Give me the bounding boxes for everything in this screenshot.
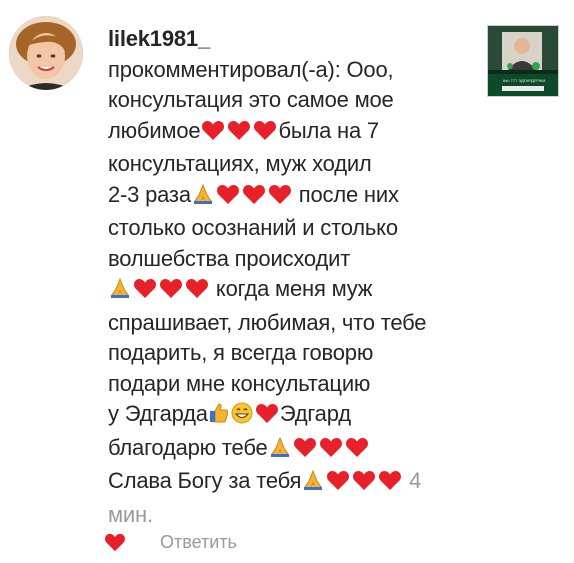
comment-fragment: была на 7 bbox=[278, 117, 379, 143]
comment-text: lilek1981_ прокомментировал(-а): Ооо, ко… bbox=[108, 24, 478, 530]
comment-line: Слава Богу за тебя 4 bbox=[108, 466, 478, 500]
folded-hands-icon bbox=[302, 469, 324, 500]
heart-emoji-icon bbox=[185, 277, 209, 308]
comment-line: консультациях, муж ходил bbox=[108, 151, 372, 176]
comment-line: прокомментировал(-а): Ооо, bbox=[108, 56, 394, 82]
comment-line: спрашивает, любимая, что тебе bbox=[108, 309, 427, 335]
comment-fragment: у Эдгарда bbox=[108, 401, 208, 426]
comment-line: у Эдгарда Эдгард bbox=[108, 399, 478, 433]
avatar-photo bbox=[9, 16, 83, 90]
post-thumbnail[interactable]: Ash 777 ЭДГАРДЕРЖИ bbox=[487, 25, 559, 97]
grinning-face-icon bbox=[231, 402, 253, 433]
heart-emoji-icon bbox=[326, 469, 350, 500]
folded-hands-icon bbox=[269, 436, 291, 467]
user-avatar[interactable] bbox=[9, 16, 83, 90]
comment-fragment: любимое bbox=[108, 117, 201, 143]
like-heart-icon[interactable] bbox=[104, 532, 126, 557]
timestamp-number: 4 bbox=[409, 468, 422, 493]
comment-fragment: благодарю тебе bbox=[108, 434, 268, 460]
heart-emoji-icon bbox=[242, 183, 266, 214]
comment-line: столько осознаний и столько bbox=[108, 215, 398, 240]
comment-line: подарить, я всегда говорю bbox=[108, 340, 374, 365]
comment-line: когда меня муж bbox=[108, 274, 478, 308]
heart-emoji-icon bbox=[133, 277, 157, 308]
comment-line: подари мне консультацию bbox=[108, 370, 371, 396]
heart-emoji-icon bbox=[216, 183, 240, 214]
timestamp-unit: мин. bbox=[108, 501, 153, 527]
comment-line: любимое была на 7 bbox=[108, 116, 478, 150]
username[interactable]: lilek1981_ bbox=[108, 24, 478, 55]
heart-emoji-icon bbox=[378, 469, 402, 500]
heart-emoji-icon bbox=[345, 436, 369, 467]
comment-notification: lilek1981_ прокомментировал(-а): Ооо, ко… bbox=[0, 0, 574, 563]
thumbnail-image bbox=[488, 26, 558, 96]
comment-line: 2-3 раза после них bbox=[108, 180, 478, 214]
comment-line: благодарю тебе bbox=[108, 433, 478, 467]
comment-fragment: 2-3 раза bbox=[108, 181, 191, 207]
comment-fragment: когда меня муж bbox=[215, 276, 373, 301]
heart-emoji-icon bbox=[255, 402, 279, 433]
comment-line: консультация это самое мое bbox=[108, 87, 394, 112]
reply-button[interactable]: Ответить bbox=[160, 528, 237, 556]
heart-emoji-icon bbox=[227, 119, 251, 150]
folded-hands-icon bbox=[192, 183, 214, 214]
heart-emoji-icon bbox=[268, 183, 292, 214]
heart-emoji-icon bbox=[319, 436, 343, 467]
thumbs-up-icon bbox=[209, 402, 229, 433]
comment-line: волшебства происходит bbox=[108, 245, 351, 271]
folded-hands-icon bbox=[109, 277, 131, 308]
heart-emoji-icon bbox=[293, 436, 317, 467]
comment-fragment: после них bbox=[298, 181, 399, 207]
thumbnail-caption: Ash 777 ЭДГАРДЕРЖИ bbox=[502, 78, 546, 83]
comment-fragment: Слава Богу за тебя bbox=[108, 468, 302, 493]
heart-emoji-icon bbox=[352, 469, 376, 500]
heart-emoji-icon bbox=[253, 119, 277, 150]
comment-fragment: Эдгард bbox=[279, 401, 351, 426]
heart-emoji-icon bbox=[201, 119, 225, 150]
heart-emoji-icon bbox=[159, 277, 183, 308]
